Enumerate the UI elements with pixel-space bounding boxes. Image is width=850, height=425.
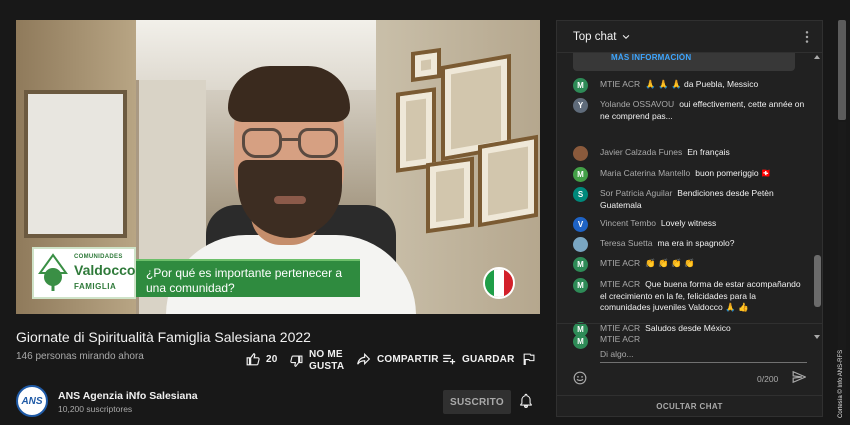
- flag-stripe-green: [485, 269, 495, 297]
- emoji-icon[interactable]: [573, 371, 587, 385]
- chat-text: buon pomeriggio 🇨🇭: [695, 168, 772, 178]
- chat-avatar: Y: [573, 98, 588, 113]
- dislike-button[interactable]: NO ME GUSTA: [290, 349, 344, 373]
- video-title: Giornate di Spiritualità Famiglia Salesi…: [16, 329, 311, 345]
- video-scene-picture-frame: [396, 87, 436, 173]
- credit-watermark: Cortesía © Info ANS-RFS: [838, 349, 844, 418]
- chat-avatar: S: [573, 187, 588, 202]
- chat-scrollbar[interactable]: [813, 55, 821, 339]
- chat-author: Maria Caterina Mantello: [600, 168, 691, 178]
- chat-header: Top chat: [557, 21, 822, 53]
- chat-author: Teresa Suetta: [600, 238, 653, 248]
- chat-author: MTIE ACR: [600, 79, 641, 89]
- video-scene-picture-frame: [478, 134, 538, 228]
- page-scrollbar[interactable]: [838, 20, 846, 120]
- chat-text: 🙏 🙏 🙏 da Puebla, Messico: [645, 79, 759, 89]
- video-scene-picture-frame: [426, 156, 474, 234]
- save-label: GUARDAR: [462, 353, 515, 365]
- chat-author: Javier Calzada Funes: [600, 147, 683, 157]
- hide-chat-button[interactable]: OCULTAR CHAT: [557, 395, 822, 417]
- channel-avatar[interactable]: ANS: [16, 385, 48, 417]
- video-speaker-glasses: [242, 128, 342, 162]
- chat-text: 👏 👏 👏 👏: [645, 258, 695, 268]
- chat-text: Lovely witness: [660, 218, 717, 228]
- chat-avatar: M: [573, 257, 588, 272]
- tree-logo-icon: [38, 253, 68, 291]
- caption-text: ¿Por qué es importante pertenecer a una …: [146, 266, 343, 295]
- chat-avatar: [573, 146, 588, 161]
- chat-avatar: [573, 237, 588, 252]
- chat-message-list[interactable]: MÁS INFORMACIÓN M MTIE ACR 🙏 🙏 🙏 da Puebl…: [557, 53, 811, 341]
- valdocco-logo: COMUNIDADES Valdocco FAMIGLIA: [32, 247, 136, 299]
- chat-mode-label: Top chat: [573, 31, 617, 43]
- share-button[interactable]: COMPARTIR: [356, 352, 439, 366]
- lower-third-caption: ¿Por qué es importante pertenecer a una …: [136, 259, 360, 297]
- video-speaker-hair: [228, 66, 350, 122]
- thumbs-up-icon: [246, 353, 260, 366]
- chat-author: MTIE ACR: [600, 258, 641, 268]
- chevron-down-icon: [623, 34, 630, 39]
- banner-link[interactable]: MÁS INFORMACIÓN: [611, 53, 691, 62]
- flag-stripe-white: [494, 269, 504, 297]
- composer-username: MTIE ACR: [600, 334, 641, 344]
- live-viewers: 146 personas mirando ahora: [16, 351, 144, 362]
- scrollbar-thumb[interactable]: [814, 255, 821, 307]
- chat-mode-dropdown[interactable]: Top chat: [573, 31, 632, 43]
- share-icon: [357, 352, 371, 366]
- channel-name[interactable]: ANS Agenzia iNfo Salesiana: [58, 390, 198, 402]
- video-player[interactable]: COMUNIDADES Valdocco FAMIGLIA ¿Por qué e…: [16, 20, 540, 314]
- send-icon[interactable]: [792, 370, 806, 384]
- channel-subscribers: 10,200 suscriptores: [58, 404, 133, 414]
- scroll-up-arrow-icon[interactable]: [814, 55, 820, 59]
- playlist-add-icon: [443, 354, 456, 365]
- chat-avatar: M: [573, 167, 588, 182]
- chat-avatar: M: [573, 78, 588, 93]
- chat-text: ma era in spagnolo?: [657, 238, 735, 248]
- like-count: 20: [266, 353, 278, 365]
- chat-composer: M MTIE ACR Di algo... 0/200: [557, 323, 822, 395]
- chat-avatar: M: [573, 278, 588, 293]
- thumbs-down-icon: [290, 355, 303, 367]
- pinned-banner[interactable]: MÁS INFORMACIÓN: [573, 53, 795, 71]
- chat-avatar: V: [573, 217, 588, 232]
- chat-author: Vincent Tembo: [600, 218, 656, 228]
- chat-author: MTIE ACR: [600, 279, 641, 289]
- dislike-label: NO ME GUSTA: [309, 349, 345, 372]
- logo-sub-text: FAMIGLIA: [74, 282, 117, 291]
- chat-author: Sor Patricia Aguilar: [600, 188, 673, 198]
- chat-input[interactable]: Di algo...: [600, 349, 807, 363]
- flag-icon: [523, 353, 535, 365]
- logo-small-text: COMUNIDADES: [74, 254, 123, 260]
- save-button[interactable]: GUARDAR: [442, 352, 515, 366]
- more-options-icon[interactable]: [804, 30, 810, 44]
- notification-bell-icon[interactable]: [519, 393, 533, 409]
- live-chat-panel: Top chat MÁS INFORMACIÓN M MTIE ACR 🙏 🙏 🙏…: [556, 20, 823, 417]
- subscribed-button[interactable]: SUSCRITO: [443, 390, 511, 414]
- report-button[interactable]: [522, 352, 541, 366]
- chat-text: En français: [687, 147, 730, 157]
- video-speaker-mouth: [274, 196, 306, 204]
- share-label: COMPARTIR: [377, 353, 439, 365]
- composer-avatar: M: [573, 334, 588, 349]
- italy-flag: [483, 267, 515, 299]
- char-counter: 0/200: [757, 374, 779, 384]
- chat-author: Yolande OSSAVOU: [600, 99, 675, 109]
- flag-stripe-red: [503, 269, 513, 297]
- video-scene-picture-frame: [411, 47, 441, 83]
- like-button[interactable]: 20: [246, 352, 278, 366]
- logo-main-text: Valdocco: [74, 262, 136, 278]
